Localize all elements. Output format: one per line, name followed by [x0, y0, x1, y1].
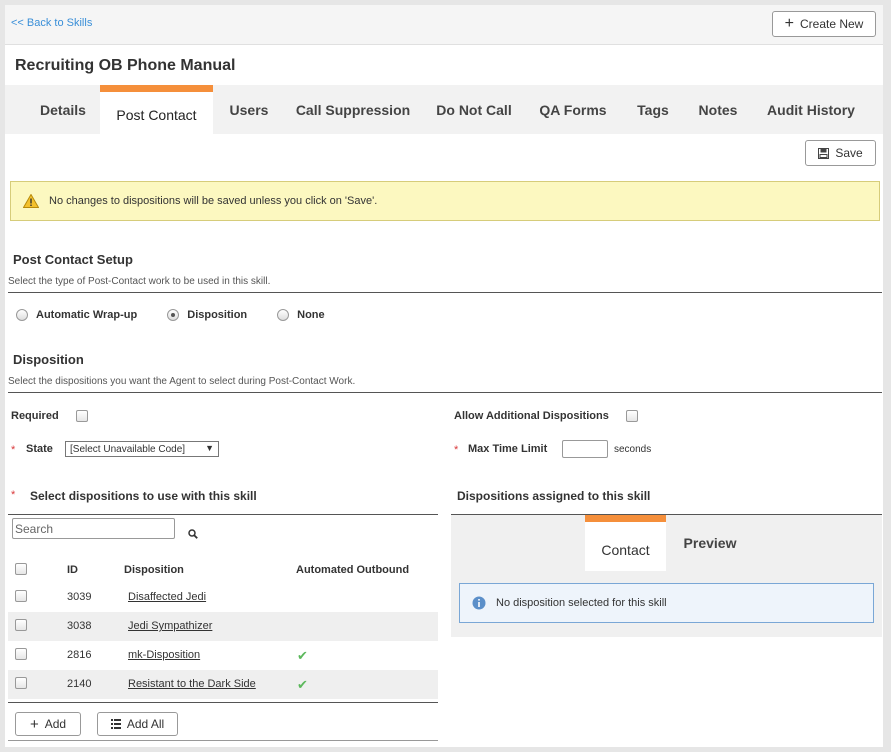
page-title: Recruiting OB Phone Manual [15, 57, 236, 74]
checkmark-icon: ✔ [297, 648, 308, 663]
tab-qa-forms[interactable]: QA Forms [532, 85, 614, 134]
tab-notes[interactable]: Notes [689, 85, 747, 134]
back-to-skills-link[interactable]: << Back to Skills [11, 17, 92, 29]
required-checkbox[interactable] [76, 410, 88, 422]
select-dispositions-heading: Select dispositions to use with this ski… [30, 489, 257, 503]
option-automatic-wrap-up-label: Automatic Wrap-up [36, 309, 138, 321]
divider [8, 740, 438, 741]
tab-bar: Details Post Contact Users Call Suppress… [5, 85, 883, 134]
table-header: ID Disposition Automated Outbound [8, 555, 438, 583]
assigned-dispositions-heading: Dispositions assigned to this skill [457, 489, 651, 503]
save-label: Save [835, 146, 863, 160]
plus-icon: + [784, 15, 794, 32]
required-marker: * [11, 444, 16, 456]
max-time-label: Max Time Limit [468, 443, 548, 455]
post-contact-subtitle: Select the type of Post-Contact work to … [8, 276, 271, 287]
required-marker: * [11, 489, 16, 501]
tab-users[interactable]: Users [217, 85, 281, 134]
tab-post-contact[interactable]: Post Contact [100, 85, 213, 134]
post-contact-options: Automatic Wrap-up Disposition None [16, 309, 325, 321]
warning-banner: No changes to dispositions will be saved… [10, 181, 880, 221]
add-all-button[interactable]: Add All [97, 712, 178, 736]
max-time-input[interactable] [562, 440, 608, 458]
row-id: 3039 [67, 591, 92, 603]
top-bar: << Back to Skills + Create New [5, 5, 883, 45]
table-row: 3038 Jedi Sympathizer [8, 612, 438, 641]
option-none-label: None [297, 309, 325, 321]
tab-audit-history[interactable]: Audit History [759, 85, 863, 134]
create-new-button[interactable]: + Create New [772, 11, 876, 37]
search-placeholder: Search [15, 521, 54, 536]
checkmark-icon: ✔ [297, 677, 308, 692]
radio-disposition[interactable] [167, 309, 180, 321]
allow-additional-checkbox[interactable] [626, 410, 638, 422]
radio-automatic-wrap-up[interactable] [16, 309, 28, 321]
row-disposition-link[interactable]: Disaffected Jedi [128, 591, 206, 603]
create-new-label: Create New [799, 17, 864, 31]
tab-call-suppression[interactable]: Call Suppression [289, 85, 417, 134]
row-checkbox[interactable] [15, 648, 27, 660]
row-id: 2140 [67, 678, 92, 690]
list-icon [110, 719, 121, 729]
info-banner: No disposition selected for this skill [459, 583, 874, 623]
disposition-heading: Disposition [13, 352, 84, 367]
column-header-id: ID [67, 564, 78, 576]
table-row: 2140 Resistant to the Dark Side ✔ [8, 670, 438, 699]
save-button[interactable]: Save [805, 140, 876, 166]
row-id: 3038 [67, 620, 92, 632]
tab-contact[interactable]: Contact [585, 515, 666, 571]
table-row: 2816 mk-Disposition ✔ [8, 641, 438, 670]
plus-icon: + [29, 715, 39, 733]
tab-details[interactable]: Details [27, 85, 99, 134]
add-label: Add [44, 717, 67, 731]
info-text: No disposition selected for this skill [496, 597, 667, 609]
state-label: State [26, 443, 53, 455]
post-contact-heading: Post Contact Setup [13, 252, 133, 267]
radio-none[interactable] [277, 309, 290, 321]
option-disposition-label: Disposition [187, 309, 248, 321]
warning-text: No changes to dispositions will be saved… [49, 195, 378, 207]
row-checkbox[interactable] [15, 590, 27, 602]
save-icon [818, 147, 830, 159]
divider [8, 392, 882, 393]
row-disposition-link[interactable]: Resistant to the Dark Side [128, 678, 256, 690]
divider [8, 514, 438, 515]
divider [8, 702, 438, 703]
column-header-disposition: Disposition [124, 564, 184, 576]
row-disposition-link[interactable]: mk-Disposition [128, 649, 200, 661]
allow-additional-label: Allow Additional Dispositions [454, 410, 609, 422]
tab-tags[interactable]: Tags [628, 85, 678, 134]
state-select-value: [Select Unavailable Code] [70, 443, 186, 455]
divider [8, 292, 882, 293]
tab-do-not-call[interactable]: Do Not Call [429, 85, 519, 134]
state-select[interactable]: [Select Unavailable Code] ▼ [65, 441, 219, 457]
row-id: 2816 [67, 649, 92, 661]
page-frame: << Back to Skills + Create New Recruitin… [5, 5, 883, 747]
tab-preview[interactable]: Preview [670, 515, 750, 571]
required-label: Required [11, 410, 59, 422]
disposition-subtitle: Select the dispositions you want the Age… [8, 376, 356, 387]
select-all-checkbox[interactable] [15, 563, 27, 575]
info-icon [472, 596, 486, 610]
column-header-automated-outbound: Automated Outbound [296, 564, 410, 576]
seconds-label: seconds [614, 444, 652, 455]
add-all-label: Add All [126, 717, 165, 731]
search-input[interactable]: Search [12, 518, 175, 539]
row-checkbox[interactable] [15, 677, 27, 689]
add-button[interactable]: + Add [15, 712, 81, 736]
search-icon[interactable] [188, 529, 198, 539]
warning-icon [23, 194, 39, 208]
table-row: 3039 Disaffected Jedi [8, 583, 438, 612]
required-marker: * [454, 444, 459, 456]
dropdown-arrow-icon: ▼ [205, 443, 214, 453]
row-checkbox[interactable] [15, 619, 27, 631]
row-disposition-link[interactable]: Jedi Sympathizer [128, 620, 212, 632]
